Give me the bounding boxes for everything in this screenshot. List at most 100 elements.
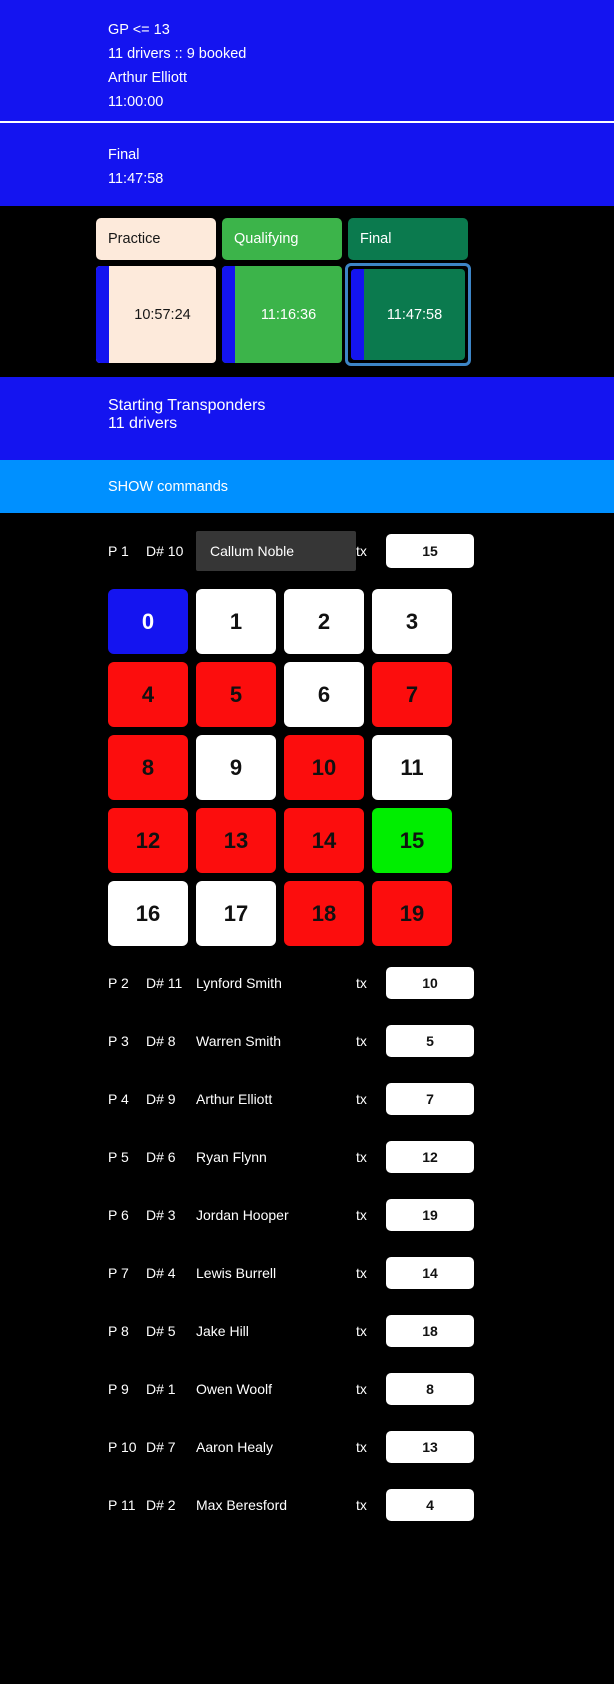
- transponder-cell-5[interactable]: 5: [196, 662, 276, 727]
- transponder-cell-4[interactable]: 4: [108, 662, 188, 727]
- tab-final-label: Final: [360, 231, 392, 247]
- session-card-final-wrapper[interactable]: 11:47:58: [345, 263, 471, 366]
- driver-name[interactable]: Arthur Elliott: [196, 1091, 356, 1107]
- driver-tx-value[interactable]: 19: [386, 1199, 474, 1231]
- driver-number: D# 3: [146, 1207, 176, 1223]
- session-card-practice-wrapper[interactable]: 10:57:24: [96, 266, 216, 363]
- driver-row[interactable]: P 7 D# 4 Lewis Burrell tx 14: [108, 1254, 614, 1292]
- transponder-cell-0[interactable]: 0: [108, 589, 188, 654]
- driver-tx-label: tx: [356, 1207, 367, 1223]
- transponder-cell-2[interactable]: 2: [284, 589, 364, 654]
- transponder-cell-15[interactable]: 15: [372, 808, 452, 873]
- driver-tx-label: tx: [356, 1497, 367, 1513]
- tab-qualifying[interactable]: Qualifying: [222, 218, 342, 260]
- driver-number: D# 7: [146, 1439, 176, 1455]
- driver-name[interactable]: Jordan Hooper: [196, 1207, 356, 1223]
- driver-tx-value[interactable]: 7: [386, 1083, 474, 1115]
- driver-name[interactable]: Warren Smith: [196, 1033, 356, 1049]
- driver-list: P 2 D# 11 Lynford Smith tx 10 P 3 D# 8 Warren S…: [0, 964, 614, 1524]
- transponder-cell-8[interactable]: 8: [108, 735, 188, 800]
- driver-row[interactable]: P 3 D# 8 Warren Smith tx 5: [108, 1022, 614, 1060]
- driver-tx-value[interactable]: 18: [386, 1315, 474, 1347]
- driver-row[interactable]: P 8 D# 5 Jake Hill tx 18: [108, 1312, 614, 1350]
- driver-tx-value[interactable]: 14: [386, 1257, 474, 1289]
- driver-name[interactable]: Owen Woolf: [196, 1381, 356, 1397]
- transponder-cell-16[interactable]: 16: [108, 881, 188, 946]
- driver-row[interactable]: P 4 D# 9 Arthur Elliott tx 7: [108, 1080, 614, 1118]
- transponder-cell-19[interactable]: 19: [372, 881, 452, 946]
- driver-number: D# 8: [146, 1033, 176, 1049]
- event-leader-label: Arthur Elliott: [108, 70, 187, 86]
- transponder-cell-11[interactable]: 11: [372, 735, 452, 800]
- driver-row[interactable]: P 11 D# 2 Max Beresford tx 4: [108, 1486, 614, 1524]
- selected-driver-row[interactable]: P 1 D# 10 Callum Noble tx 15: [108, 527, 614, 575]
- selected-driver-tx-value[interactable]: 15: [386, 534, 474, 568]
- transponder-cell-6[interactable]: 6: [284, 662, 364, 727]
- session-card-accent-bar: [96, 266, 109, 363]
- transponder-cell-3[interactable]: 3: [372, 589, 452, 654]
- session-card-final[interactable]: 11:47:58: [351, 269, 465, 360]
- event-time-label: 11:00:00: [108, 94, 164, 110]
- tab-qualifying-label: Qualifying: [234, 231, 299, 247]
- driver-number: D# 11: [146, 975, 183, 991]
- driver-name[interactable]: Lewis Burrell: [196, 1265, 356, 1281]
- transponder-cell-13[interactable]: 13: [196, 808, 276, 873]
- transponder-cell-14[interactable]: 14: [284, 808, 364, 873]
- session-card-final-time: 11:47:58: [386, 306, 443, 323]
- driver-name[interactable]: Jake Hill: [196, 1323, 356, 1339]
- show-commands-label: SHOW commands: [108, 479, 229, 495]
- starting-transponders-title: Starting Transponders: [108, 397, 266, 414]
- driver-position: P 5: [108, 1149, 129, 1165]
- show-commands-banner[interactable]: SHOW commands: [0, 460, 614, 513]
- driver-number: D# 5: [146, 1323, 176, 1339]
- session-card-qualifying[interactable]: 11:16:36: [222, 266, 342, 363]
- session-card-qualifying-wrapper[interactable]: 11:16:36: [222, 266, 342, 363]
- transponder-cell-10[interactable]: 10: [284, 735, 364, 800]
- driver-position: P 10: [108, 1439, 137, 1455]
- starting-transponders-banner[interactable]: Starting Transponders 11 drivers: [0, 377, 614, 460]
- session-banner: Final 11:47:58: [0, 123, 614, 206]
- driver-tx-value[interactable]: 10: [386, 967, 474, 999]
- driver-position: P 9: [108, 1381, 129, 1397]
- driver-tx-value[interactable]: 12: [386, 1141, 474, 1173]
- driver-position: P 11: [108, 1497, 136, 1513]
- driver-name[interactable]: Lynford Smith: [196, 975, 356, 991]
- driver-tx-value[interactable]: 5: [386, 1025, 474, 1057]
- transponder-cell-17[interactable]: 17: [196, 881, 276, 946]
- session-card-practice[interactable]: 10:57:24: [96, 266, 216, 363]
- driver-position: P 3: [108, 1033, 129, 1049]
- session-tabs: Practice Qualifying Final: [96, 218, 614, 260]
- driver-row[interactable]: P 10 D# 7 Aaron Healy tx 13: [108, 1428, 614, 1466]
- driver-name[interactable]: Max Beresford: [196, 1497, 356, 1513]
- transponder-cell-1[interactable]: 1: [196, 589, 276, 654]
- driver-row[interactable]: P 2 D# 11 Lynford Smith tx 10: [108, 964, 614, 1002]
- transponder-cell-9[interactable]: 9: [196, 735, 276, 800]
- session-strip: Practice Qualifying Final 10:57:24 11:16…: [0, 206, 614, 377]
- driver-row[interactable]: P 6 D# 3 Jordan Hooper tx 19: [108, 1196, 614, 1234]
- driver-tx-label: tx: [356, 1439, 367, 1455]
- selected-driver-number: D# 10: [146, 543, 184, 559]
- driver-position: P 7: [108, 1265, 129, 1281]
- transponder-cell-18[interactable]: 18: [284, 881, 364, 946]
- driver-name-input[interactable]: Callum Noble: [196, 531, 356, 571]
- transponder-cell-7[interactable]: 7: [372, 662, 452, 727]
- driver-number: D# 2: [146, 1497, 176, 1513]
- driver-tx-value[interactable]: 13: [386, 1431, 474, 1463]
- session-card-accent-bar: [222, 266, 235, 363]
- driver-tx-value[interactable]: 4: [386, 1489, 474, 1521]
- tab-practice[interactable]: Practice: [96, 218, 216, 260]
- driver-number: D# 9: [146, 1091, 176, 1107]
- driver-tx-label: tx: [356, 1091, 367, 1107]
- driver-row[interactable]: P 5 D# 6 Ryan Flynn tx 12: [108, 1138, 614, 1176]
- driver-number: D# 4: [146, 1265, 176, 1281]
- transponder-cell-12[interactable]: 12: [108, 808, 188, 873]
- driver-name[interactable]: Ryan Flynn: [196, 1149, 356, 1165]
- driver-number: D# 1: [146, 1381, 176, 1397]
- driver-name[interactable]: Aaron Healy: [196, 1439, 356, 1455]
- driver-row[interactable]: P 9 D# 1 Owen Woolf tx 8: [108, 1370, 614, 1408]
- session-card-practice-time: 10:57:24: [134, 306, 191, 323]
- driver-position: P 2: [108, 975, 129, 991]
- driver-tx-value[interactable]: 8: [386, 1373, 474, 1405]
- tab-final[interactable]: Final: [348, 218, 468, 260]
- driver-position: P 4: [108, 1091, 129, 1107]
